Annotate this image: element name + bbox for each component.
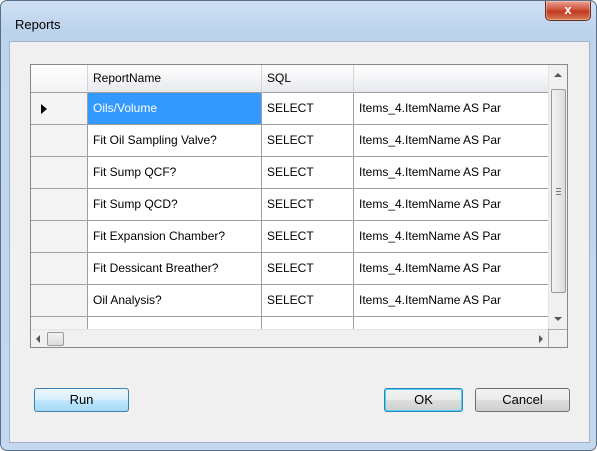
sql-cell-continued[interactable]: Items_4.ItemName AS Par bbox=[354, 125, 548, 157]
table-row-partial[interactable] bbox=[31, 317, 548, 329]
run-button[interactable]: Run bbox=[34, 388, 129, 412]
scrollbar-corner bbox=[549, 330, 567, 347]
scroll-down-arrow-icon[interactable] bbox=[554, 317, 562, 321]
row-header[interactable] bbox=[31, 317, 88, 329]
sql-cell-continued[interactable]: Items_4.ItemName AS Par bbox=[354, 285, 548, 317]
thumb-grip-icon bbox=[556, 194, 561, 195]
row-header[interactable] bbox=[31, 285, 88, 317]
close-button[interactable]: x bbox=[545, 1, 591, 21]
sql-cell-continued[interactable]: Items_4.ItemName AS Par bbox=[354, 253, 548, 285]
sql-cell[interactable]: SELECT bbox=[262, 253, 354, 285]
dialog-client-area: ReportName SQL Oils/Volume SELECT Items_… bbox=[9, 41, 590, 443]
thumb-grip-icon bbox=[556, 188, 561, 189]
reports-dialog: Reports x ReportName SQL Oils/Volume SEL… bbox=[0, 0, 597, 451]
reportname-cell[interactable]: Fit Expansion Chamber? bbox=[88, 221, 262, 253]
sql-cell[interactable]: SELECT bbox=[262, 125, 354, 157]
scroll-left-arrow-icon[interactable] bbox=[36, 335, 40, 343]
table-row[interactable]: Fit Dessicant Breather? SELECT Items_4.I… bbox=[31, 253, 548, 285]
row-header[interactable] bbox=[31, 253, 88, 285]
table-row[interactable]: Oils/Volume SELECT Items_4.ItemName AS P… bbox=[31, 93, 548, 125]
sql-cell-continued[interactable]: Items_4.ItemName AS Par bbox=[354, 157, 548, 189]
sql-cell[interactable]: SELECT bbox=[262, 93, 354, 125]
thumb-grip-icon bbox=[556, 191, 561, 192]
reportname-cell[interactable] bbox=[88, 317, 262, 329]
sql-cell[interactable]: SELECT bbox=[262, 221, 354, 253]
scroll-up-arrow-icon[interactable] bbox=[554, 73, 562, 77]
sql-cell[interactable]: SELECT bbox=[262, 189, 354, 221]
row-header[interactable] bbox=[31, 125, 88, 157]
reports-grid: ReportName SQL Oils/Volume SELECT Items_… bbox=[30, 64, 568, 348]
horizontal-scrollbar[interactable] bbox=[31, 329, 548, 347]
grid-header-row: ReportName SQL bbox=[31, 65, 548, 93]
row-header[interactable] bbox=[31, 93, 88, 125]
column-header-filler bbox=[354, 65, 548, 93]
cancel-button[interactable]: Cancel bbox=[475, 388, 570, 412]
vertical-scroll-thumb[interactable] bbox=[551, 89, 566, 293]
sql-cell-continued[interactable]: Items_4.ItemName AS Par bbox=[354, 221, 548, 253]
sql-cell-continued[interactable] bbox=[354, 317, 548, 329]
sql-cell[interactable] bbox=[262, 317, 354, 329]
scroll-right-arrow-icon[interactable] bbox=[539, 335, 543, 343]
sql-cell[interactable]: SELECT bbox=[262, 157, 354, 189]
title-bar[interactable]: Reports x bbox=[1, 1, 596, 33]
table-row[interactable]: Fit Sump QCD? SELECT Items_4.ItemName AS… bbox=[31, 189, 548, 221]
reportname-cell[interactable]: Oil Analysis? bbox=[88, 285, 262, 317]
table-row[interactable]: Fit Sump QCF? SELECT Items_4.ItemName AS… bbox=[31, 157, 548, 189]
row-header[interactable] bbox=[31, 221, 88, 253]
sql-cell-continued[interactable]: Items_4.ItemName AS Par bbox=[354, 93, 548, 125]
column-header-sql[interactable]: SQL bbox=[262, 65, 354, 93]
sql-cell[interactable]: SELECT bbox=[262, 285, 354, 317]
row-header[interactable] bbox=[31, 189, 88, 221]
current-row-arrow-icon bbox=[41, 104, 47, 114]
grid-viewport: ReportName SQL Oils/Volume SELECT Items_… bbox=[31, 65, 548, 329]
row-header[interactable] bbox=[31, 157, 88, 189]
reportname-cell[interactable]: Fit Sump QCF? bbox=[88, 157, 262, 189]
row-header-corner[interactable] bbox=[31, 65, 88, 93]
vertical-scrollbar[interactable] bbox=[548, 65, 567, 329]
reportname-cell[interactable]: Fit Sump QCD? bbox=[88, 189, 262, 221]
reportname-cell[interactable]: Oils/Volume bbox=[88, 93, 262, 125]
window-title: Reports bbox=[15, 17, 61, 32]
reportname-cell[interactable]: Fit Oil Sampling Valve? bbox=[88, 125, 262, 157]
table-row[interactable]: Fit Expansion Chamber? SELECT Items_4.It… bbox=[31, 221, 548, 253]
ok-button[interactable]: OK bbox=[384, 388, 463, 412]
table-row[interactable]: Oil Analysis? SELECT Items_4.ItemName AS… bbox=[31, 285, 548, 317]
horizontal-scroll-thumb[interactable] bbox=[47, 332, 64, 346]
column-header-reportname[interactable]: ReportName bbox=[88, 65, 262, 93]
sql-cell-continued[interactable]: Items_4.ItemName AS Par bbox=[354, 189, 548, 221]
table-row[interactable]: Fit Oil Sampling Valve? SELECT Items_4.I… bbox=[31, 125, 548, 157]
reportname-cell[interactable]: Fit Dessicant Breather? bbox=[88, 253, 262, 285]
